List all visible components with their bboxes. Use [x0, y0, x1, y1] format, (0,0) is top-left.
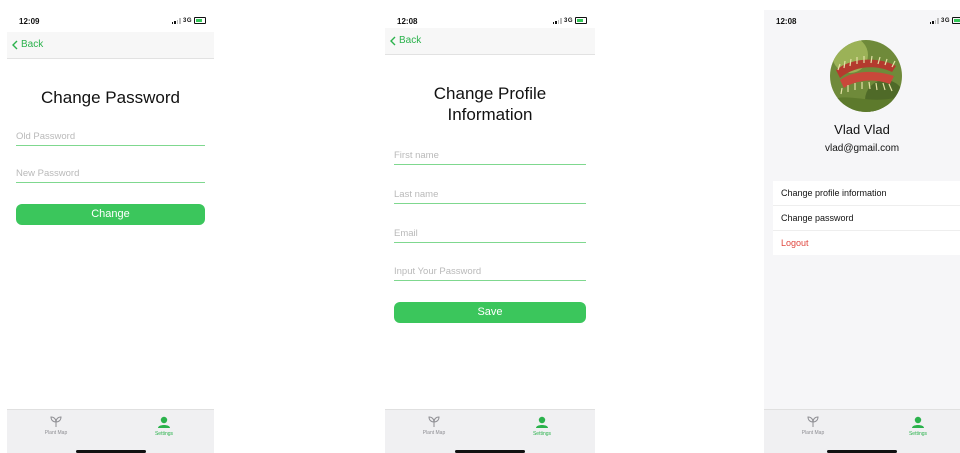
- password-field[interactable]: [394, 260, 586, 281]
- battery-icon: [952, 17, 960, 24]
- signal-bars-icon: [171, 17, 181, 24]
- last-name-field[interactable]: [394, 183, 586, 204]
- change-password-screen: 12:09 3G Back Change Password Change Pla…: [7, 10, 214, 453]
- tab-bar: Plant Map Settings: [764, 409, 960, 453]
- menu-change-password[interactable]: Change password: [773, 206, 960, 231]
- new-password-input[interactable]: [16, 168, 205, 179]
- menu-change-profile[interactable]: Change profile information: [773, 181, 960, 206]
- chevron-left-icon: [12, 40, 18, 49]
- avatar: [830, 40, 902, 112]
- old-password-input[interactable]: [16, 131, 205, 142]
- battery-icon: [194, 17, 206, 24]
- email-input[interactable]: [394, 228, 586, 239]
- tab-plant-map[interactable]: Plant Map: [404, 416, 464, 436]
- nav-bar: Back: [7, 32, 214, 59]
- status-time: 12:09: [19, 17, 40, 26]
- signal-indicator: 3G: [552, 17, 587, 24]
- back-label: Back: [399, 35, 422, 46]
- plant-sprout-icon: [50, 416, 62, 427]
- tab-label: Plant Map: [422, 430, 446, 436]
- change-profile-screen: 12:08 3G Back Change Profile Information…: [385, 10, 595, 453]
- profile-email: vlad@gmail.com: [824, 143, 900, 154]
- first-name-field[interactable]: [394, 144, 586, 165]
- battery-icon: [575, 17, 587, 24]
- venus-flytrap-plant-photo: [830, 40, 902, 112]
- tab-settings[interactable]: Settings: [134, 416, 194, 437]
- plant-sprout-icon: [807, 416, 819, 427]
- network-type: 3G: [563, 17, 573, 24]
- profile-name: Vlad Vlad: [834, 122, 890, 137]
- person-icon: [536, 416, 548, 428]
- signal-indicator: 3G: [929, 17, 960, 24]
- first-name-input[interactable]: [394, 150, 586, 161]
- tab-label: Settings: [532, 431, 552, 437]
- back-button[interactable]: Back: [390, 35, 421, 46]
- person-icon: [912, 416, 924, 428]
- chevron-left-icon: [390, 36, 396, 45]
- change-button[interactable]: Change: [16, 204, 205, 225]
- status-time: 12:08: [397, 17, 418, 26]
- back-label: Back: [21, 39, 44, 50]
- nav-bar: Back: [385, 28, 595, 55]
- person-icon: [158, 416, 170, 428]
- email-field[interactable]: [394, 222, 586, 243]
- menu-logout[interactable]: Logout: [773, 231, 960, 255]
- tab-label: Plant Map: [801, 430, 825, 436]
- settings-screen: 12:08 3G Vlad Vlad vlad@gmail.com Change…: [764, 10, 960, 453]
- page-title-line1: Change Profile: [433, 84, 547, 103]
- last-name-input[interactable]: [394, 189, 586, 200]
- tab-label: Plant Map: [44, 430, 68, 436]
- back-button[interactable]: Back: [12, 39, 43, 50]
- old-password-field[interactable]: [16, 125, 205, 146]
- tab-plant-map[interactable]: Plant Map: [783, 416, 843, 436]
- tab-bar: Plant Map Settings: [7, 409, 214, 453]
- status-bar: 12:09 3G: [7, 10, 214, 32]
- settings-menu: Change profile information Change passwo…: [773, 181, 960, 255]
- network-type: 3G: [182, 17, 192, 24]
- signal-indicator: 3G: [171, 17, 206, 24]
- save-button[interactable]: Save: [394, 302, 586, 323]
- tab-settings[interactable]: Settings: [512, 416, 572, 437]
- signal-bars-icon: [929, 17, 939, 24]
- password-input[interactable]: [394, 266, 586, 277]
- plant-sprout-icon: [428, 416, 440, 427]
- tab-settings[interactable]: Settings: [888, 416, 948, 437]
- status-bar: 12:08 3G: [764, 10, 960, 32]
- status-time: 12:08: [776, 17, 797, 26]
- signal-bars-icon: [552, 17, 562, 24]
- network-type: 3G: [940, 17, 950, 24]
- tab-label: Settings: [908, 431, 928, 437]
- page-title-line2: Information: [447, 105, 533, 124]
- tab-bar: Plant Map Settings: [385, 409, 595, 453]
- page-title: Change Password: [41, 88, 180, 107]
- tab-plant-map[interactable]: Plant Map: [26, 416, 86, 436]
- new-password-field[interactable]: [16, 162, 205, 183]
- tab-label: Settings: [154, 431, 174, 437]
